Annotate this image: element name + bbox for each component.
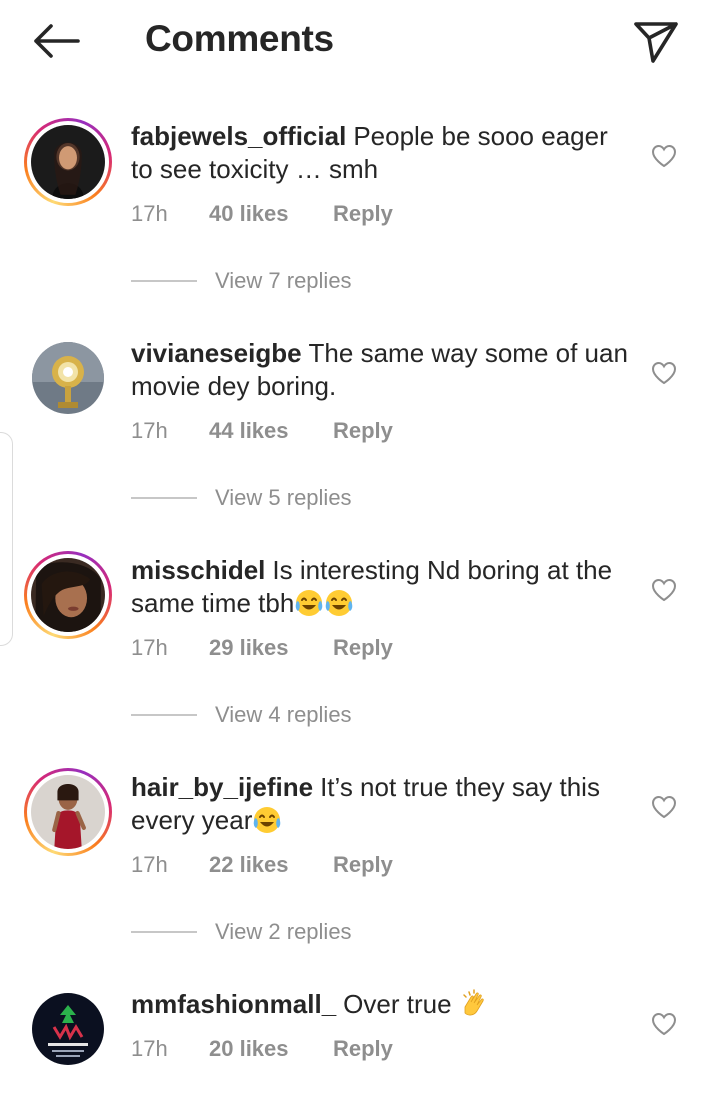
heart-icon	[651, 144, 677, 168]
reply-button[interactable]: Reply	[333, 852, 393, 878]
paper-plane-icon	[634, 22, 678, 63]
avatar[interactable]	[24, 118, 112, 206]
heart-icon	[651, 578, 677, 602]
comment-meta: 17h 29 likes Reply	[131, 635, 393, 661]
comment-likes[interactable]: 29 likes	[209, 635, 333, 661]
reply-button[interactable]: Reply	[333, 1036, 393, 1062]
face-with-tears-of-joy-icon	[326, 590, 353, 616]
comment-likes[interactable]: 40 likes	[209, 201, 333, 227]
avatar-photo	[31, 558, 105, 632]
comment-meta: 17h 22 likes Reply	[131, 852, 393, 878]
comment-time: 17h	[131, 201, 168, 226]
arrow-left-icon	[34, 24, 80, 58]
like-button[interactable]	[648, 574, 680, 606]
heart-icon	[651, 1012, 677, 1036]
like-button[interactable]	[648, 1008, 680, 1040]
brand-logo-avatar	[32, 993, 104, 1065]
view-replies-button[interactable]: View 2 replies	[131, 919, 352, 945]
view-replies-button[interactable]: View 4 replies	[131, 702, 352, 728]
comment-body: vivianeseigbe The same way some of uan mo…	[131, 337, 631, 403]
comment-likes[interactable]: 22 likes	[209, 852, 333, 878]
avatar[interactable]	[32, 993, 104, 1065]
edge-drawer-handle[interactable]	[0, 432, 13, 646]
comment-time: 17h	[131, 635, 168, 660]
avatar-photo	[31, 125, 105, 199]
comment-body: hair_by_ijefine It’s not true they say th…	[131, 771, 631, 837]
avatar[interactable]	[24, 551, 112, 639]
comment-username[interactable]: misschidel	[131, 555, 265, 585]
comment-time: 17h	[131, 418, 168, 443]
comment-meta: 17h 40 likes Reply	[131, 201, 393, 227]
reply-button[interactable]: Reply	[333, 418, 393, 444]
comment-meta: 17h 20 likes Reply	[131, 1036, 393, 1062]
replies-divider	[131, 280, 197, 282]
reply-button[interactable]: Reply	[333, 635, 393, 661]
clapping-hands-icon	[463, 989, 484, 1016]
comment-username[interactable]: hair_by_ijefine	[131, 772, 313, 802]
replies-divider	[131, 497, 197, 499]
comment-username[interactable]: fabjewels_official	[131, 121, 346, 151]
view-replies-button[interactable]: View 5 replies	[131, 485, 352, 511]
heart-icon	[651, 361, 677, 385]
replies-divider	[131, 714, 197, 716]
face-with-tears-of-joy-icon	[296, 590, 323, 616]
face-with-tears-of-joy-icon	[254, 807, 281, 833]
comment-text: Over true	[343, 989, 459, 1019]
avatar-photo	[32, 342, 104, 414]
comment-likes[interactable]: 44 likes	[209, 418, 333, 444]
view-replies-label: View 5 replies	[215, 485, 352, 510]
like-button[interactable]	[648, 791, 680, 823]
back-button[interactable]	[26, 18, 86, 64]
page-title: Comments	[145, 18, 334, 59]
view-replies-label: View 7 replies	[215, 268, 352, 293]
avatar[interactable]	[32, 342, 104, 414]
heart-icon	[651, 795, 677, 819]
like-button[interactable]	[648, 357, 680, 389]
avatar-photo	[31, 775, 105, 849]
replies-divider	[131, 931, 197, 933]
view-replies-button[interactable]: View 7 replies	[131, 268, 352, 294]
comment-time: 17h	[131, 1036, 168, 1061]
view-replies-label: View 4 replies	[215, 702, 352, 727]
reply-button[interactable]: Reply	[333, 201, 393, 227]
comment-time: 17h	[131, 852, 168, 877]
comments-header: Comments	[0, 0, 720, 84]
comment-username[interactable]: vivianeseigbe	[131, 338, 302, 368]
comment-body: misschidel Is interesting Nd boring at th…	[131, 554, 631, 620]
view-replies-label: View 2 replies	[215, 919, 352, 944]
comment-username[interactable]: mmfashionmall_	[131, 989, 336, 1019]
comment-body: mmfashionmall_ Over true	[131, 988, 631, 1021]
comment-likes[interactable]: 20 likes	[209, 1036, 333, 1062]
avatar[interactable]	[24, 768, 112, 856]
like-button[interactable]	[648, 140, 680, 172]
comment-meta: 17h 44 likes Reply	[131, 418, 393, 444]
comment-body: fabjewels_official People be sooo eager t…	[131, 120, 631, 186]
share-button[interactable]	[628, 14, 684, 70]
